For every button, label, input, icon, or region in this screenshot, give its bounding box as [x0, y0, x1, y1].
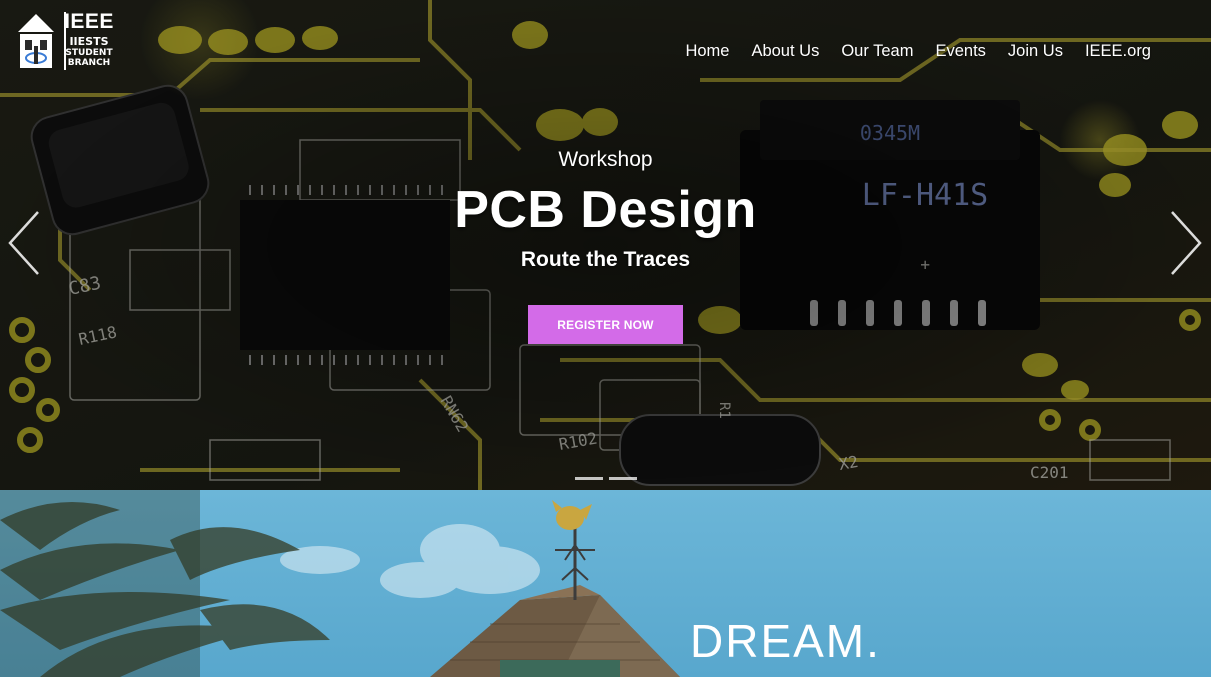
logo-text-branch: BRANCH — [67, 58, 111, 68]
dream-section: DREAM. — [0, 490, 1211, 677]
nav-home[interactable]: Home — [685, 42, 729, 61]
slide-kicker: Workshop — [558, 148, 653, 171]
slide-subtitle: Route the Traces — [520, 248, 691, 271]
hero-carousel: 0345M LF-H41S C83 R118 RN62 R102 C201 + — [0, 0, 1211, 490]
dream-headline: DREAM. — [690, 615, 881, 667]
carousel-indicator-2[interactable] — [609, 477, 637, 480]
nav-our-team[interactable]: Our Team — [841, 42, 913, 61]
register-now-button[interactable]: REGISTER NOW — [528, 305, 683, 344]
carousel-indicators — [575, 477, 637, 480]
hero-overlay — [0, 0, 1211, 490]
nav-events[interactable]: Events — [935, 42, 985, 61]
logo-text-iiests: IIESTS — [69, 35, 109, 48]
chevron-right-icon[interactable] — [1168, 208, 1204, 278]
logo-text-ieee: IEEE — [64, 10, 114, 33]
ieee-building-logo-icon — [18, 14, 54, 68]
logo-text-student-branch: STUDENT BRANCH — [62, 48, 116, 68]
main-nav: Home About Us Our Team Events Join Us IE… — [663, 42, 1151, 61]
carousel-indicator-1[interactable] — [575, 477, 603, 480]
nav-join-us[interactable]: Join Us — [1008, 42, 1063, 61]
nav-ieee-org[interactable]: IEEE.org — [1085, 42, 1151, 61]
campus-tower-background-image — [0, 490, 1211, 677]
logo-text-student: STUDENT — [65, 48, 113, 58]
nav-about-us[interactable]: About Us — [751, 42, 819, 61]
page: 0345M LF-H41S C83 R118 RN62 R102 C201 + — [0, 0, 1211, 677]
slide-title: PCB Design — [454, 181, 757, 239]
chevron-left-icon[interactable] — [6, 208, 42, 278]
ieee-logo[interactable]: IEEE IIESTS STUDENT BRANCH — [12, 10, 116, 74]
